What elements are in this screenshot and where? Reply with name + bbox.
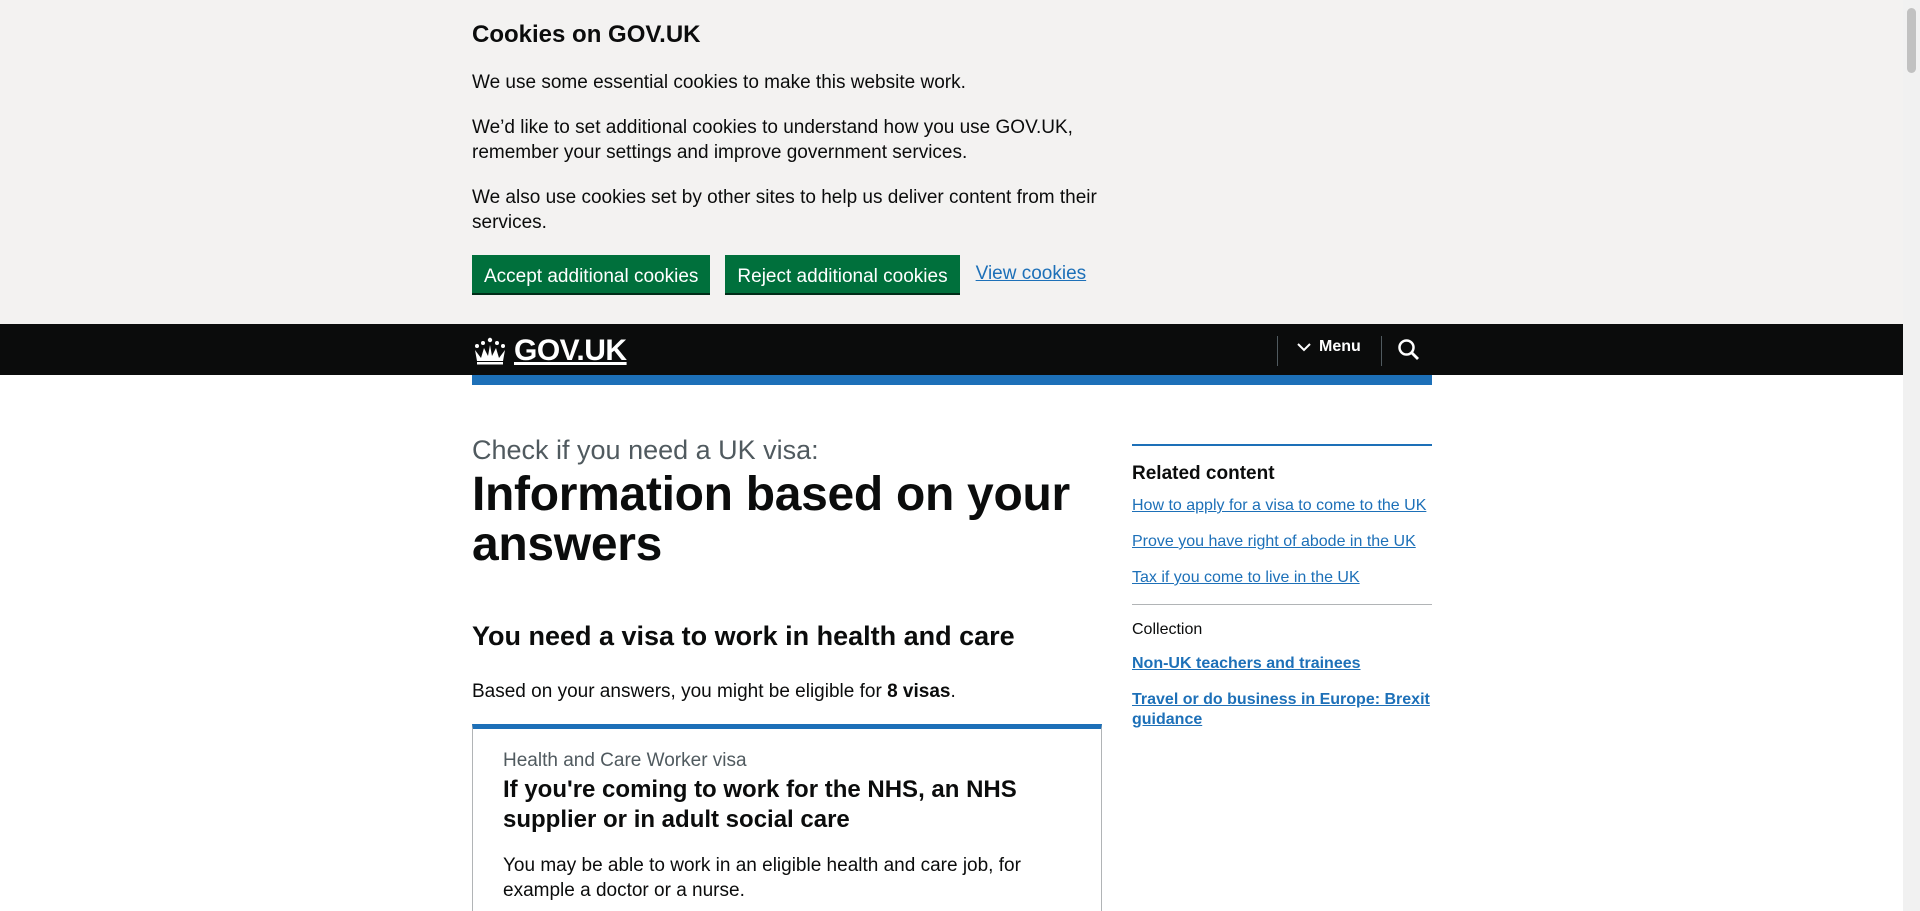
collection-label: Collection: [1132, 621, 1203, 638]
cookie-banner: Cookies on GOV.UK We use some essential …: [0, 0, 1903, 324]
collection-link[interactable]: Travel or do business in Europe: Brexit …: [1132, 690, 1432, 730]
visa-card-description: You may be able to work in an eligible h…: [503, 855, 1021, 901]
related-content: Related content How to apply for a visa …: [1132, 444, 1432, 588]
visa-card-caption: Health and Care Worker visa: [503, 750, 747, 771]
view-cookies-link[interactable]: View cookies: [976, 263, 1087, 285]
eligibility-suffix: .: [950, 681, 956, 702]
scrollbar-thumb[interactable]: [1907, 8, 1916, 73]
site-header: GOV.UK Menu: [0, 324, 1903, 375]
vertical-scrollbar[interactable]: [1903, 0, 1920, 911]
crown-icon: [475, 337, 505, 365]
visa-count: 8 visas: [887, 681, 951, 702]
search-icon[interactable]: [1396, 337, 1422, 363]
related-content-heading: Related content: [1132, 463, 1275, 484]
visa-card-title: If you're coming to work for the NHS, an…: [503, 776, 1017, 833]
cookie-banner-heading: Cookies on GOV.UK: [472, 21, 701, 48]
menu-label: Menu: [1319, 338, 1361, 355]
main-content: Check if you need a UK visa: Information…: [472, 432, 1102, 704]
page-title: Information based on your answers: [472, 468, 1070, 571]
related-link[interactable]: Tax if you come to live in the UK: [1132, 568, 1432, 588]
menu-button[interactable]: Menu: [1297, 338, 1361, 356]
collection-link[interactable]: Non-UK teachers and trainees: [1132, 654, 1432, 674]
menu-divider: [1277, 336, 1278, 366]
cookie-banner-text-3: We also use cookies set by other sites t…: [472, 187, 1097, 233]
reject-cookies-button[interactable]: Reject additional cookies: [725, 255, 960, 293]
eligibility-text: Based on your answers, you might be elig…: [472, 679, 1102, 704]
search-divider: [1381, 336, 1382, 366]
related-link[interactable]: How to apply for a visa to come to the U…: [1132, 496, 1432, 516]
related-link[interactable]: Prove you have right of abode in the UK: [1132, 532, 1432, 552]
related-sidebar: Related content How to apply for a visa …: [1132, 444, 1432, 746]
page-caption: Check if you need a UK visa:: [472, 435, 819, 465]
cookie-banner-text-2: We’d like to set additional cookies to u…: [472, 117, 1073, 163]
collection-section: Collection Non-UK teachers and trainees …: [1132, 604, 1432, 730]
eligibility-prefix: Based on your answers, you might be elig…: [472, 681, 888, 702]
page-viewport: Cookies on GOV.UK We use some essential …: [0, 0, 1903, 911]
logo-text: GOV.UK: [514, 334, 627, 367]
govuk-logo-link[interactable]: GOV.UK: [472, 334, 627, 368]
visa-card: Health and Care Worker visa If you're co…: [472, 724, 1102, 911]
result-heading: You need a visa to work in health and ca…: [472, 621, 1015, 651]
header-blue-bar: [472, 375, 1432, 385]
chevron-down-icon: [1297, 343, 1311, 352]
cookie-banner-actions: Accept additional cookies Reject additio…: [472, 255, 1102, 293]
cookie-banner-text-1: We use some essential cookies to make th…: [472, 72, 966, 93]
accept-cookies-button[interactable]: Accept additional cookies: [472, 255, 711, 293]
